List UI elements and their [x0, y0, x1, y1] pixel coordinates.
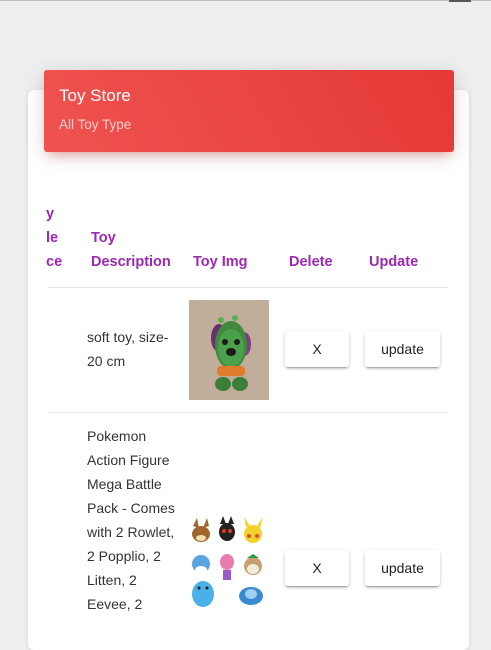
row2-description-line-2: Action Figure	[87, 452, 170, 468]
th-price-partial-2: le	[46, 230, 59, 246]
card-title: Toy Store	[59, 86, 131, 105]
card-header: Toy Store All Toy Type	[44, 70, 454, 152]
update-button[interactable]: update	[365, 331, 440, 367]
row2-description-line-3: Mega Battle	[87, 476, 162, 492]
card-subtitle: All Toy Type	[59, 117, 132, 132]
th-price-partial-3: ce	[46, 254, 63, 270]
th-description-1: Toy	[91, 230, 116, 246]
pokemon-figures-image	[189, 516, 269, 607]
cactus-plush-image	[189, 300, 269, 400]
row2-description-line-6: 2 Popplio, 2	[87, 548, 161, 564]
th-delete: Delete	[289, 254, 333, 270]
delete-button[interactable]: X	[285, 550, 349, 586]
header-divider	[48, 287, 448, 288]
top-navbar-border	[0, 0, 491, 1]
th-update: Update	[369, 254, 419, 270]
th-description-2: Description	[91, 254, 171, 270]
row2-description-line-1: Pokemon	[87, 428, 147, 444]
delete-button[interactable]: X	[285, 331, 349, 367]
update-button[interactable]: update	[365, 550, 440, 586]
row2-description-line-7: Litten, 2	[87, 572, 137, 588]
row1-description-line-2: 20 cm	[87, 353, 126, 369]
th-price-partial-1: y	[46, 206, 55, 222]
row2-description-line-4: Pack - Comes	[87, 500, 175, 516]
th-toy-img: Toy Img	[193, 254, 248, 270]
menu-icon[interactable]	[449, 0, 471, 3]
row2-description-line-5: with 2 Rowlet,	[87, 524, 175, 540]
row1-description-line-1: soft toy, size-	[87, 329, 169, 345]
row-divider	[48, 412, 448, 413]
row2-description-line-8: Eevee, 2	[87, 596, 143, 612]
